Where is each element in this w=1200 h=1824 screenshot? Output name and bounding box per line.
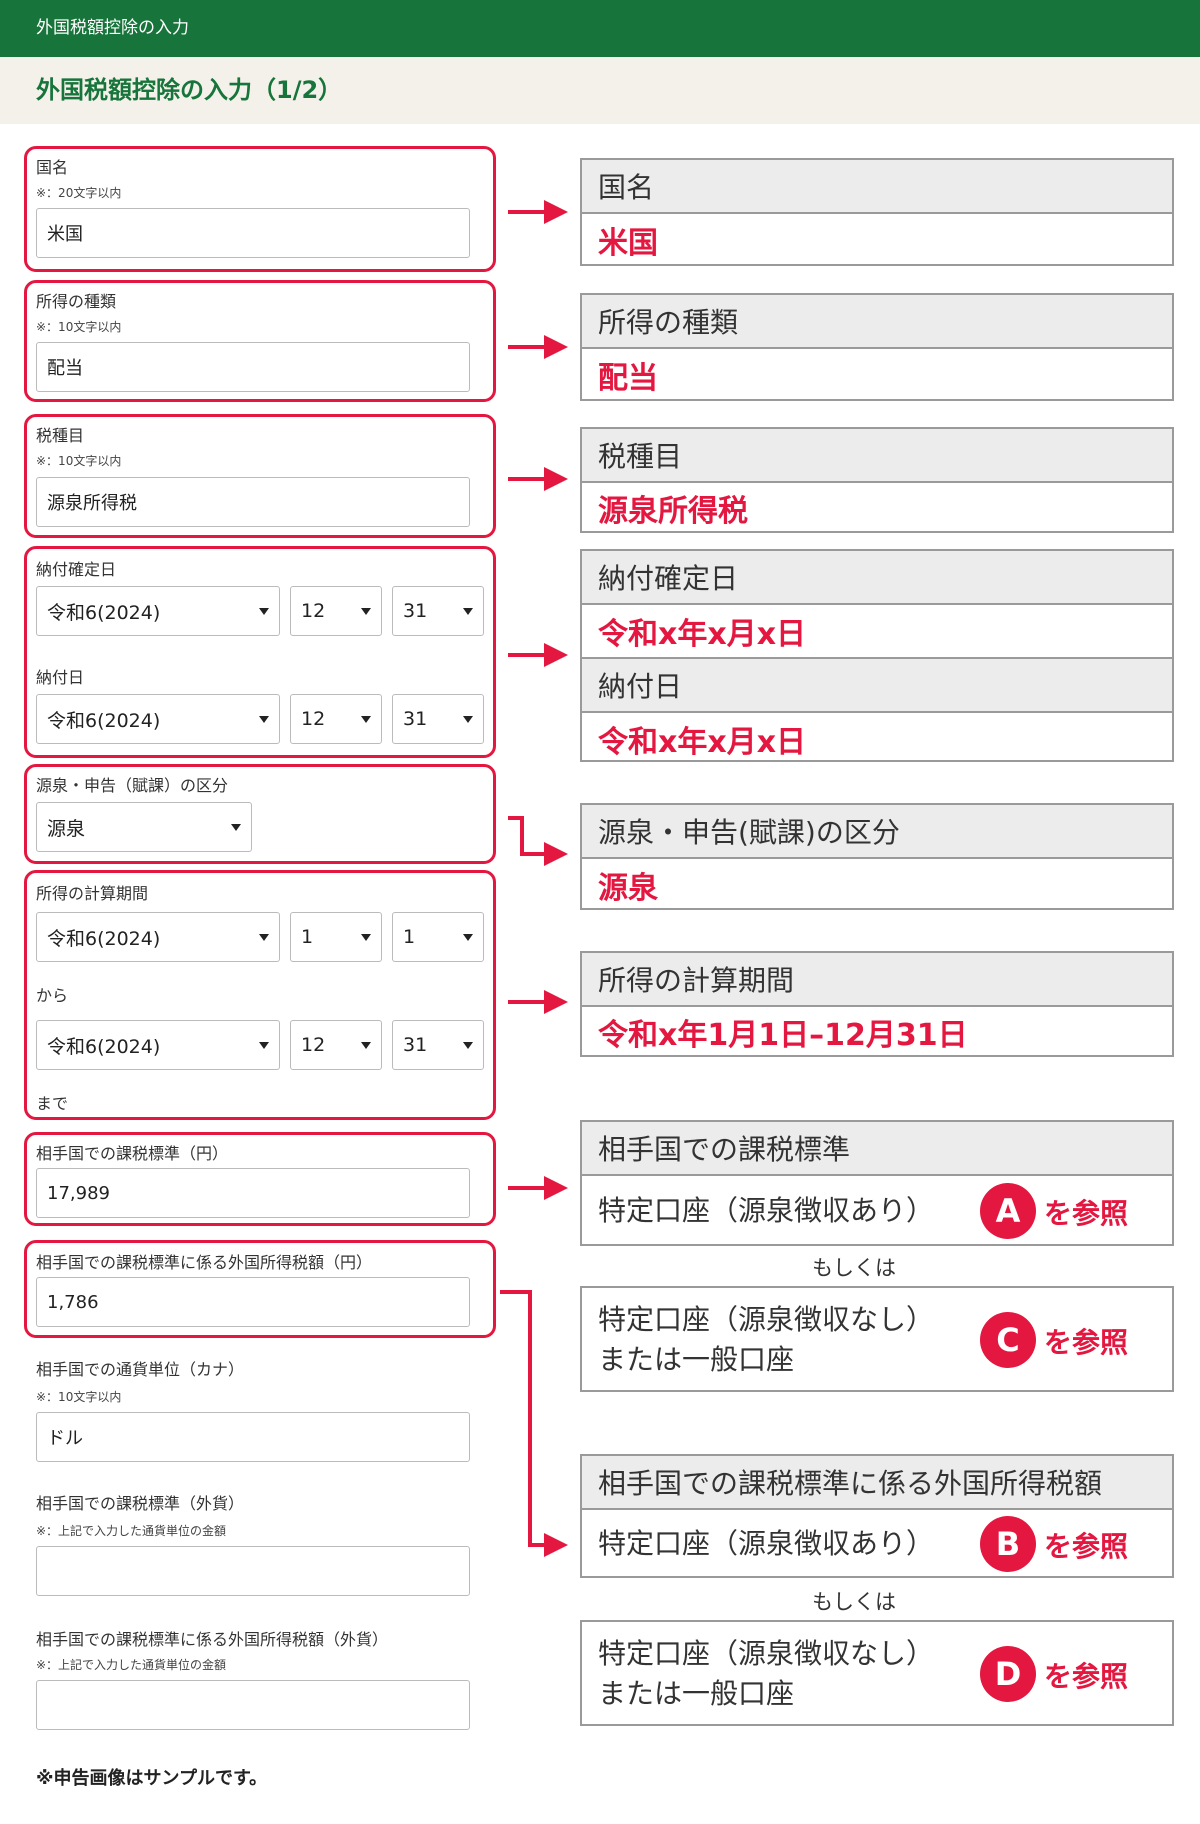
explain-dates-box: 納付確定日 令和x年x月x日 納付日 令和x年x月x日 — [580, 549, 1174, 762]
explain-category-value: 源泉 — [598, 870, 658, 906]
explain-tax-base-box: 相手国での課税標準 特定口座（源泉徴収あり） A を参照 — [580, 1120, 1174, 1246]
arrow-category — [508, 816, 568, 866]
explain-tax-item-head: 税種目 — [582, 429, 1172, 483]
explain-pay-confirm-head: 納付確定日 — [582, 551, 1172, 605]
explain-foreign-tax-box: 相手国での課税標準に係る外国所得税額 特定口座（源泉徴収あり） B を参照 — [580, 1454, 1174, 1578]
explain-pay-date-head: 納付日 — [582, 657, 1172, 713]
explain-foreign-tax-head: 相手国での課税標準に係る外国所得税額 — [582, 1456, 1172, 1510]
explain-country-value: 米国 — [598, 226, 658, 261]
explain-income-type-value: 配当 — [598, 361, 658, 396]
explain-country-box: 国名 米国 — [580, 158, 1174, 266]
explain-period-head: 所得の計算期間 — [582, 953, 1172, 1007]
explain-tax-base-alt-ref: を参照 — [1044, 1326, 1129, 1359]
explain-category-box: 源泉・申告(賦課)の区分 源泉 — [580, 803, 1174, 910]
or-label-2: もしくは — [812, 1590, 896, 1614]
badge-c: C — [980, 1312, 1036, 1368]
explain-period-value: 令和x年1月1日–12月31日 — [598, 1018, 968, 1053]
explain-category-head: 源泉・申告(賦課)の区分 — [582, 805, 1172, 859]
badge-d: D — [980, 1646, 1036, 1702]
explain-income-type-box: 所得の種類 配当 — [580, 293, 1174, 401]
badge-a: A — [980, 1183, 1036, 1239]
explain-tax-item-value: 源泉所得税 — [598, 494, 748, 529]
explain-foreign-tax-line: 特定口座（源泉徴収あり） — [598, 1527, 935, 1560]
explain-period-box: 所得の計算期間 令和x年1月1日–12月31日 — [580, 951, 1174, 1057]
arrow-foreign-tax — [500, 1290, 568, 1557]
explain-income-type-head: 所得の種類 — [582, 295, 1172, 349]
explain-tax-base-alt-box: 特定口座（源泉徴収なし） または一般口座 C を参照 — [580, 1286, 1174, 1392]
explain-tax-base-head: 相手国での課税標準 — [582, 1122, 1172, 1176]
explain-tax-item-box: 税種目 源泉所得税 — [580, 427, 1174, 533]
badge-b: B — [980, 1516, 1036, 1572]
explain-foreign-tax-row: 特定口座（源泉徴収あり） B を参照 — [582, 1510, 1172, 1578]
explain-foreign-tax-alt-box: 特定口座（源泉徴収なし） または一般口座 D を参照 — [580, 1620, 1174, 1726]
explain-tax-base-line: 特定口座（源泉徴収あり） — [598, 1194, 935, 1227]
or-label-1: もしくは — [812, 1256, 896, 1280]
explain-pay-confirm-value: 令和x年x月x日 — [598, 617, 807, 652]
explain-foreign-tax-ref: を参照 — [1044, 1530, 1129, 1563]
explain-tax-base-ref: を参照 — [1044, 1197, 1129, 1230]
explain-foreign-tax-alt-ref: を参照 — [1044, 1660, 1129, 1693]
explain-tax-base-row: 特定口座（源泉徴収あり） A を参照 — [582, 1176, 1172, 1246]
explain-country-head: 国名 — [582, 160, 1172, 214]
explain-pay-date-value: 令和x年x月x日 — [598, 724, 807, 760]
